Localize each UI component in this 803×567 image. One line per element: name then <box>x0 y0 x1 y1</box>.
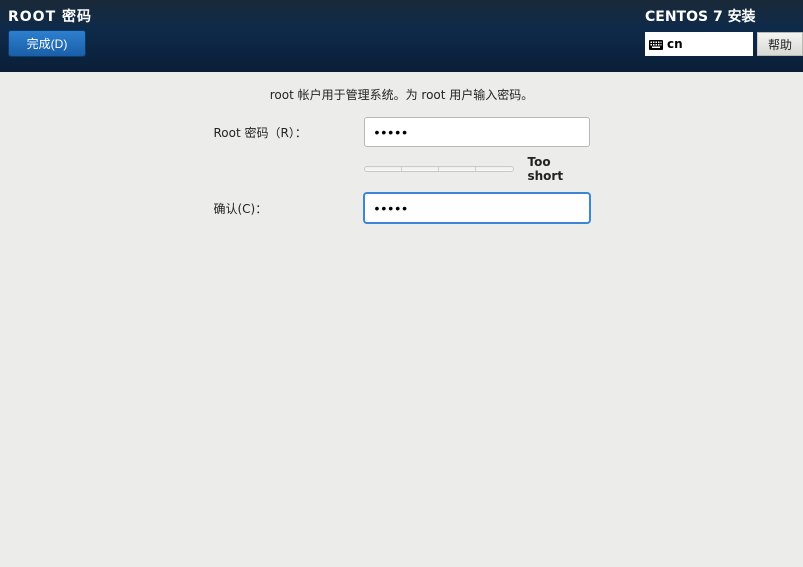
strength-segment <box>402 167 439 171</box>
strength-segment <box>476 167 512 171</box>
confirm-label: 确认(C)： <box>214 200 364 217</box>
strength-row: Too short <box>214 155 590 183</box>
strength-text: Too short <box>528 155 590 183</box>
confirm-password-input[interactable] <box>364 193 590 223</box>
strength-segment <box>365 167 402 171</box>
description-text: root 帐户用于管理系统。为 root 用户输入密码。 <box>270 86 534 103</box>
header-bar: ROOT 密码 完成(D) CENTOS 7 安装 <box>0 0 803 72</box>
installer-title: CENTOS 7 安装 <box>645 6 764 26</box>
done-button[interactable]: 完成(D) <box>8 30 86 57</box>
root-password-input[interactable] <box>364 117 590 147</box>
password-label: Root 密码（R）： <box>214 124 364 141</box>
header-controls: cn 帮助 <box>645 32 803 56</box>
help-button[interactable]: 帮助 <box>757 32 803 56</box>
content-area: root 帐户用于管理系统。为 root 用户输入密码。 Root 密码（R）：… <box>0 72 803 231</box>
confirm-row: 确认(C)： <box>214 193 590 223</box>
password-strength-bar <box>364 166 514 172</box>
password-row: Root 密码（R）： <box>214 117 590 147</box>
strength-segment <box>439 167 476 171</box>
page-title: ROOT 密码 <box>8 6 92 26</box>
header-left: ROOT 密码 完成(D) <box>8 6 92 72</box>
keyboard-layout-label: cn <box>667 37 683 51</box>
keyboard-selector[interactable]: cn <box>645 32 753 56</box>
header-right: CENTOS 7 安装 <box>645 6 803 72</box>
keyboard-icon <box>649 39 663 49</box>
form-container: Root 密码（R）： Too short 确认(C)： <box>214 117 590 231</box>
